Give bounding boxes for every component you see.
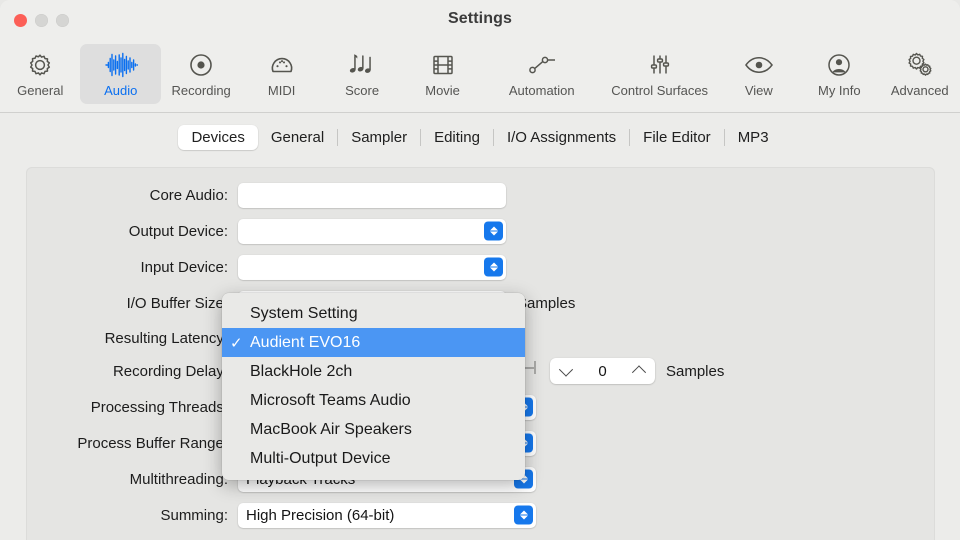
settings-toolbar: General Audio Recording MIDI Score Movie… <box>0 42 960 113</box>
chevron-down-icon[interactable] <box>558 362 574 377</box>
toolbar-item-recording[interactable]: Recording <box>161 44 241 104</box>
sliders-icon <box>647 50 673 80</box>
summing-popup[interactable]: High Precision (64-bit) <box>238 502 536 528</box>
toolbar-item-view[interactable]: View <box>719 44 799 104</box>
chevron-up-icon[interactable] <box>631 365 647 380</box>
toolbar-item-control-surfaces[interactable]: Control Surfaces <box>601 44 719 104</box>
output-device-dropdown-menu[interactable]: System Setting ✓ Audient EVO16 BlackHole… <box>222 293 525 480</box>
tab-devices[interactable]: Devices <box>178 125 258 150</box>
process-buffer-range-label: Process Buffer Range: <box>77 434 228 452</box>
menu-check-icon: ✓ <box>230 334 243 352</box>
tab-sampler[interactable]: Sampler <box>338 125 420 150</box>
row-input-device: Input Device: <box>26 253 506 281</box>
toolbar-item-general[interactable]: General <box>0 44 80 104</box>
processing-threads-label: Processing Threads: <box>90 398 228 416</box>
output-device-label: Output Device: <box>128 222 228 240</box>
menu-item-label: MacBook Air Speakers <box>250 420 412 438</box>
io-buffer-size-unit: Samples <box>517 294 576 312</box>
toolbar-item-label: MIDI <box>267 83 296 98</box>
menu-item-microsoft-teams-audio[interactable]: Microsoft Teams Audio <box>222 386 525 415</box>
toolbar-item-label: Advanced <box>890 83 949 98</box>
menu-item-label: Audient EVO16 <box>250 333 361 351</box>
popup-chevrons-icon[interactable] <box>484 221 503 241</box>
core-audio-checkbox-field[interactable] <box>238 182 506 208</box>
midi-connector-icon <box>269 50 295 80</box>
tab-editing[interactable]: Editing <box>421 125 493 150</box>
menu-item-label: Microsoft Teams Audio <box>250 391 411 409</box>
double-gear-icon <box>906 50 934 80</box>
row-summing: Summing: High Precision (64-bit) <box>26 501 536 529</box>
input-device-label: Input Device: <box>140 258 228 276</box>
person-circle-icon <box>826 50 852 80</box>
core-audio-label: Core Audio: <box>149 186 228 204</box>
toolbar-item-score[interactable]: Score <box>322 44 402 104</box>
tab-general[interactable]: General <box>258 125 337 150</box>
popup-chevrons-icon[interactable] <box>484 257 503 277</box>
toolbar-item-my-info[interactable]: My Info <box>799 44 879 104</box>
toolbar-item-audio[interactable]: Audio <box>80 44 161 104</box>
menu-item-blackhole-2ch[interactable]: BlackHole 2ch <box>222 357 525 386</box>
toolbar-item-label: General <box>17 83 64 98</box>
title-bar: Settings <box>0 0 960 42</box>
menu-item-system-setting[interactable]: System Setting <box>222 299 525 328</box>
summing-value: High Precision (64-bit) <box>246 506 395 524</box>
row-resulting-latency: Resulting Latency: <box>26 324 240 352</box>
row-output-device: Output Device: <box>26 217 506 245</box>
tab-bar: Devices General Sampler Editing I/O Assi… <box>0 125 960 150</box>
automation-node-icon <box>527 50 557 80</box>
toolbar-item-label: Movie <box>425 83 460 98</box>
film-strip-icon <box>430 50 456 80</box>
input-device-popup[interactable] <box>238 254 506 280</box>
menu-item-label: Multi-Output Device <box>250 449 391 467</box>
toolbar-item-movie[interactable]: Movie <box>402 44 482 104</box>
menu-item-label: System Setting <box>250 304 358 322</box>
io-buffer-size-label: I/O Buffer Size: <box>126 294 228 312</box>
tab-file-editor[interactable]: File Editor <box>630 125 724 150</box>
menu-item-audient-evo16[interactable]: ✓ Audient EVO16 <box>222 328 525 357</box>
recording-delay-value: 0 <box>598 362 607 380</box>
popup-chevrons-icon[interactable] <box>514 505 533 525</box>
summing-label: Summing: <box>160 506 228 524</box>
recording-delay-unit: Samples <box>666 362 725 380</box>
multithreading-label: Multithreading: <box>129 470 228 488</box>
tab-io-assignments[interactable]: I/O Assignments <box>494 125 629 150</box>
toolbar-item-label: My Info <box>817 83 861 98</box>
recording-delay-label: Recording Delay: <box>112 362 228 380</box>
waveform-icon <box>104 50 138 80</box>
toolbar-item-label: Automation <box>508 83 575 98</box>
toolbar-item-advanced[interactable]: Advanced <box>880 44 960 104</box>
settings-content: Devices General Sampler Editing I/O Assi… <box>0 113 960 540</box>
window-title: Settings <box>448 10 512 27</box>
toolbar-item-label: Score <box>345 83 380 98</box>
toolbar-item-midi[interactable]: MIDI <box>241 44 321 104</box>
recording-delay-stepper[interactable]: 0 <box>550 358 655 384</box>
menu-item-multi-output-device[interactable]: Multi-Output Device <box>222 444 525 473</box>
toolbar-item-label: Recording <box>171 83 231 98</box>
toolbar-item-label: View <box>744 83 773 98</box>
output-device-popup[interactable] <box>238 218 506 244</box>
toolbar-item-label: Control Surfaces <box>611 83 709 98</box>
music-notes-icon <box>349 50 375 80</box>
tab-mp3[interactable]: MP3 <box>725 125 782 150</box>
menu-item-label: BlackHole 2ch <box>250 362 353 380</box>
gear-icon <box>27 50 53 80</box>
toolbar-item-label: Audio <box>104 83 138 98</box>
row-core-audio: Core Audio: <box>26 181 506 209</box>
menu-item-macbook-air-speakers[interactable]: MacBook Air Speakers <box>222 415 525 444</box>
resulting-latency-label: Resulting Latency: <box>104 329 228 347</box>
eye-icon <box>744 50 774 80</box>
settings-window: Settings General Audio Recording MIDI Sc… <box>0 0 960 540</box>
toolbar-item-automation[interactable]: Automation <box>483 44 601 104</box>
record-circle-icon <box>188 50 214 80</box>
